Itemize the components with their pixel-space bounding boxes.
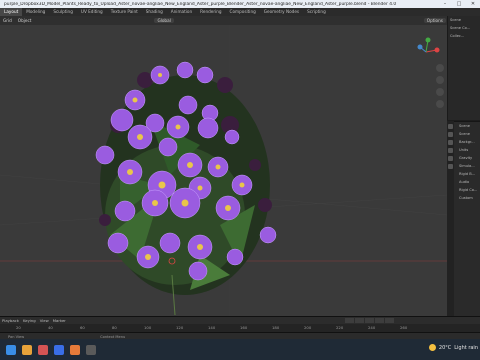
frame-tick: 160 (240, 325, 248, 330)
weather-widget[interactable]: 20°C Light rain (428, 344, 478, 351)
tool-tab-icon[interactable] (448, 124, 453, 129)
frame-tick: 200 (304, 325, 312, 330)
frame-tick: 120 (176, 325, 184, 330)
output-tab-icon[interactable] (448, 140, 453, 145)
frame-tick: 140 (208, 325, 216, 330)
frame-tick: 260 (400, 325, 408, 330)
tab-scripting[interactable]: Scripting (303, 8, 330, 16)
weather-temp: 20°C (438, 344, 452, 351)
tab-sculpting[interactable]: Sculpting (49, 8, 77, 16)
frame-tick: 100 (144, 325, 152, 330)
properties-section[interactable]: Rigid Co... (457, 186, 480, 194)
frame-tick: 20 (16, 325, 21, 330)
playback-menu[interactable]: Playback (0, 318, 21, 323)
jump-end-icon[interactable] (385, 318, 394, 323)
frame-tick: 220 (336, 325, 344, 330)
transform-orientation[interactable]: Global (154, 18, 174, 23)
weather-icon (428, 344, 436, 351)
window-title: purple_Dropbox3D_Model_Plants_Ready_to_U… (4, 1, 397, 7)
view-menu[interactable]: View (38, 318, 51, 323)
outliner-item[interactable]: Collec... (448, 32, 480, 40)
app-icon[interactable] (86, 344, 96, 355)
weather-text: Light rain (454, 344, 478, 351)
world-tab-icon[interactable] (448, 164, 453, 169)
jump-start-icon[interactable] (345, 318, 354, 323)
outliner-title: Scene (450, 18, 461, 22)
window-controls: – □ ✕ (438, 0, 480, 8)
minimize-button[interactable]: – (438, 0, 452, 8)
properties-section[interactable]: Audio (457, 178, 480, 186)
view-layer-tab-icon[interactable] (448, 148, 453, 153)
properties-section[interactable]: Rigid B... (457, 170, 480, 178)
window-titlebar: purple_Dropbox3D_Model_Plants_Ready_to_U… (0, 0, 480, 8)
frame-tick: 180 (272, 325, 280, 330)
render-tab-icon[interactable] (448, 132, 453, 137)
properties-section[interactable]: Backgr... (457, 138, 480, 146)
maximize-button[interactable]: □ (452, 0, 466, 8)
tab-rendering[interactable]: Rendering (196, 8, 225, 16)
timeline-header: Playback Keying View Marker (0, 317, 480, 324)
perspective-toggle-icon (436, 100, 444, 108)
play-icon[interactable] (365, 318, 374, 323)
tab-modeling[interactable]: Modeling (22, 8, 49, 16)
status-context-menu: Context Menu (100, 334, 126, 339)
outliner-panel: Scene Scene Co... Collec... (447, 16, 480, 120)
browser-icon[interactable] (54, 344, 64, 355)
properties-section[interactable]: Simula... (457, 162, 480, 170)
frame-tick: 240 (368, 325, 376, 330)
tab-shading[interactable]: Shading (142, 8, 167, 16)
properties-section[interactable]: Gravity (457, 154, 480, 162)
os-taskbar: 20°C Light rain (0, 339, 480, 360)
properties-section[interactable]: Scene (457, 130, 480, 138)
playback-controls (345, 318, 395, 323)
tab-geometry-nodes[interactable]: Geometry Nodes (260, 8, 303, 16)
3d-viewport[interactable] (0, 25, 447, 316)
start-icon[interactable] (6, 344, 16, 355)
frame-tick: 80 (112, 325, 117, 330)
frame-tick: 40 (48, 325, 53, 330)
viewport-header: Grid Object Global Options (0, 16, 447, 25)
tab-uv-editing[interactable]: UV Editing (77, 8, 107, 16)
file-explorer-icon[interactable] (22, 344, 32, 355)
marker-menu[interactable]: Marker (51, 318, 68, 323)
tab-animation[interactable]: Animation (167, 8, 196, 16)
pan-icon (436, 76, 444, 84)
blender-icon[interactable] (70, 344, 80, 355)
timeline-panel: Playback Keying View Marker 20 40 60 80 … (0, 316, 480, 333)
properties-section[interactable]: Units (457, 146, 480, 154)
aster-plant-model (95, 61, 277, 316)
viewport-scene (0, 25, 447, 316)
zoom-icon (436, 64, 444, 72)
status-pan-view: Pan View (8, 334, 25, 339)
next-key-icon[interactable] (375, 318, 384, 323)
prev-key-icon[interactable] (355, 318, 364, 323)
app-icon[interactable] (38, 344, 48, 355)
camera-view-icon (436, 88, 444, 96)
navigation-gizmo (417, 37, 440, 53)
outliner-item[interactable]: Scene Co... (448, 24, 480, 32)
scene-tab-icon[interactable] (448, 156, 453, 161)
frame-tick: 60 (80, 325, 85, 330)
properties-tabs (447, 121, 454, 316)
object-menu[interactable]: Object (15, 18, 35, 23)
mode-label[interactable]: Grid (0, 18, 15, 23)
workspace-tabs: Layout Modeling Sculpting UV Editing Tex… (0, 8, 480, 16)
options-button[interactable]: Options (423, 18, 446, 23)
properties-section[interactable]: Scene (457, 122, 480, 130)
tab-layout[interactable]: Layout (0, 8, 23, 16)
keying-menu[interactable]: Keying (21, 318, 38, 323)
properties-section[interactable]: Custom (457, 194, 480, 202)
tab-texture-paint[interactable]: Texture Paint (107, 8, 142, 16)
close-button[interactable]: ✕ (466, 0, 480, 8)
tab-compositing[interactable]: Compositing (226, 8, 260, 16)
